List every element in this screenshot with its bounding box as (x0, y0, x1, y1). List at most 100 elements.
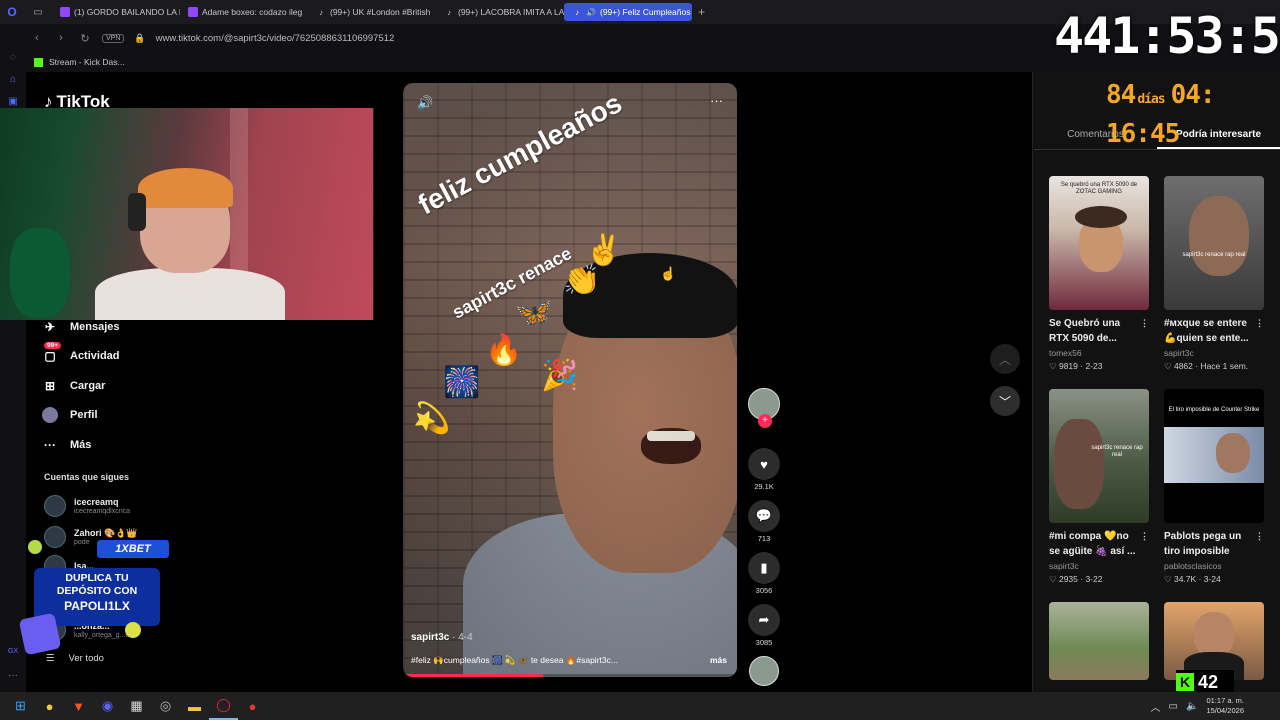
store-icon[interactable]: ▦ (122, 692, 151, 720)
browser-tab[interactable]: ♪ (99+) LACOBRA IMITA A LA (436, 0, 564, 24)
card-title[interactable]: Se Quebró una RTX 5090 de... ⋮ (1049, 316, 1149, 346)
video-player[interactable]: feliz cumpleaños sapirt3c renace ✌️ 👏 🦋 … (403, 83, 737, 677)
more-icon[interactable]: ⋮ (1255, 529, 1264, 544)
reload-icon[interactable]: ↻ (78, 32, 92, 45)
nav-mas[interactable]: ··· Más (42, 430, 212, 460)
more-options-icon[interactable]: ··· (710, 93, 723, 108)
nav-perfil[interactable]: Perfil (42, 401, 212, 431)
video-thumbnail[interactable]: El tiro imposible de Counter Strike (1164, 389, 1264, 523)
video-caption[interactable]: #feliz 🙌cumpleaños 🎆 💫 🦋 te desea 🔥#sapi… (411, 655, 661, 666)
forward-icon[interactable]: › (54, 32, 68, 44)
card-title[interactable]: #mi compa 💛no se agüite 🍇 así ... ⋮ (1049, 529, 1149, 559)
video-thumbnail[interactable]: sapirt3c renace rap real (1049, 389, 1149, 523)
url-field[interactable]: www.tiktok.com/@sapirt3c/video/762508863… (156, 33, 395, 44)
back-icon[interactable]: ‹ (30, 32, 44, 44)
windows-start-icon[interactable]: ⊞ (6, 692, 35, 720)
more-icon[interactable]: ⋮ (1255, 316, 1264, 331)
thumbnail-caption: sapirt3c renace rap real (1091, 445, 1143, 458)
card-stats: ♡ 9819 · 2-23 (1049, 361, 1103, 371)
obs-icon[interactable]: ◎ (151, 692, 180, 720)
system-clock[interactable]: 01:17 a. m. 15/04/2026 (1206, 696, 1244, 716)
video-author[interactable]: sapirt3c · 4-4 (411, 632, 473, 643)
more-icon[interactable]: ··· (7, 670, 19, 682)
stream-timer-total: 441:53:53 (1054, 7, 1280, 65)
account-name: icecreamq (74, 496, 119, 507)
workspaces-icon[interactable]: ▣ (7, 96, 19, 108)
video-thumbnail[interactable]: sapirt3c renace rap real (1164, 176, 1264, 310)
video-thumbnail[interactable] (1164, 602, 1264, 680)
app-icon[interactable]: ● (238, 692, 267, 720)
coin-app-icon[interactable]: ● (35, 692, 64, 720)
lock-icon[interactable]: 🔒 (134, 33, 145, 44)
tray-chevron-icon[interactable]: ︿ (1151, 699, 1161, 714)
bookmark-kick[interactable]: Stream - Kick Das... (49, 57, 125, 67)
suggested-video-card[interactable]: El tiro imposible de Counter Strike Pabl… (1164, 389, 1264, 585)
opera-logo-icon[interactable]: O (0, 0, 24, 24)
previous-video-button[interactable]: ︿ (990, 344, 1020, 374)
suggested-video-card[interactable]: sapirt3c renace rap real #mi compa 💛no s… (1049, 389, 1149, 585)
card-title[interactable]: #мxque se entere 💪quien se ente... ⋮ (1164, 316, 1264, 346)
account-name: Zahori 🎨👌👑 (74, 527, 138, 538)
network-icon[interactable]: ▭ (1169, 701, 1178, 712)
suggested-video-card[interactable] (1049, 602, 1149, 680)
following-account[interactable]: icecreamq icecreamqdlxcnca (44, 493, 204, 519)
more-icon[interactable]: ⋮ (1140, 316, 1149, 331)
tab-list-icon[interactable]: ▭ (24, 0, 52, 24)
author-name[interactable]: sapirt3c (411, 632, 449, 643)
brave-icon[interactable]: ▼ (64, 692, 93, 720)
file-explorer-icon[interactable]: ▬ (180, 692, 209, 720)
video-progress-bar[interactable] (403, 674, 737, 677)
opera-gx-icon[interactable]: ◯ (209, 692, 238, 720)
nav-label: Perfil (70, 409, 98, 422)
volume-icon[interactable]: 🔈 (1186, 701, 1198, 712)
cursor-icon: ☝ (660, 266, 677, 281)
promo-overlay: 1XBET DUPLICA TU DEPÓSITO CON PAPOLI1LX (18, 540, 174, 660)
tiktok-icon: ♪ (319, 7, 323, 17)
promo-code: PAPOLI1LX (64, 599, 130, 613)
follow-plus-icon[interactable]: + (758, 414, 772, 428)
browser-tab-active[interactable]: ♪ 🔊 (99+) Feliz Cumpleaños (564, 3, 692, 21)
gx-icon[interactable]: GX (7, 648, 19, 660)
video-date: · 4-4 (449, 632, 473, 643)
volume-icon[interactable]: 🔊 (417, 95, 433, 111)
card-author[interactable]: sapirt3c (1164, 348, 1264, 358)
suggested-video-card[interactable]: sapirt3c renace rap real #мxque se enter… (1164, 176, 1264, 372)
new-tab-icon[interactable]: + (692, 5, 711, 19)
sound-avatar[interactable] (749, 656, 779, 686)
like-icon[interactable]: ♥ (748, 448, 780, 480)
bookmark-icon[interactable]: ▮ (748, 552, 780, 584)
card-author[interactable]: sapirt3c (1049, 561, 1149, 571)
promo-line2: DEPÓSITO CON (56, 585, 138, 597)
creator-avatar[interactable]: + (748, 388, 780, 428)
streamer-shirt (95, 268, 285, 320)
card-title[interactable]: Pablots pega un tiro imposible en... ⋮ (1164, 529, 1264, 559)
more-icon[interactable]: ⋮ (1140, 529, 1149, 544)
account-handle: icecreamqdlxcnca (74, 507, 131, 515)
share-icon[interactable]: ➦ (748, 604, 780, 636)
video-thumbnail[interactable] (1049, 602, 1149, 680)
comment-icon[interactable]: 💬 (748, 500, 780, 532)
browser-tab[interactable]: ♪ (99+) UK #London #British (308, 0, 436, 24)
tab-label: (1) GORDO BAILANDO LA L (74, 7, 180, 17)
stream-timer-countdown: 84 días 04: 16:45 (1106, 78, 1280, 151)
card-title-text: Pablots pega un tiro imposible en... (1164, 531, 1242, 557)
suggested-video-card[interactable]: Se quebró una RTX 5090 de ZOTAC GAMING S… (1049, 176, 1149, 372)
see-all-link[interactable]: ☰ Ver todo (46, 653, 104, 664)
browser-tab[interactable]: (1) GORDO BAILANDO LA L (52, 0, 180, 24)
card-author[interactable]: pablotsclasicos (1164, 561, 1264, 571)
plant (10, 228, 70, 318)
browser-tab[interactable]: Adame boxeo: codazo ileg (180, 0, 308, 24)
speaker-icon[interactable]: 🔊 (586, 7, 596, 17)
video-thumbnail[interactable]: Se quebró una RTX 5090 de ZOTAC GAMING (1049, 176, 1149, 310)
aria-icon[interactable]: ◌ (7, 52, 19, 64)
discord-icon[interactable]: ◉ (93, 692, 122, 720)
next-video-button[interactable]: ﹀ (990, 386, 1020, 416)
nav-cargar[interactable]: ⊞ Cargar (42, 371, 212, 401)
nav-actividad[interactable]: ▢ 99+ Actividad (42, 342, 212, 372)
pinboard-icon[interactable]: ⌂ (7, 74, 19, 86)
suggested-video-card[interactable] (1164, 602, 1264, 680)
vpn-badge[interactable]: VPN (102, 33, 125, 43)
card-author[interactable]: tomex56 (1049, 348, 1149, 358)
tiktok-icon: ♪ (575, 7, 579, 17)
caption-more-button[interactable]: más (710, 655, 727, 665)
